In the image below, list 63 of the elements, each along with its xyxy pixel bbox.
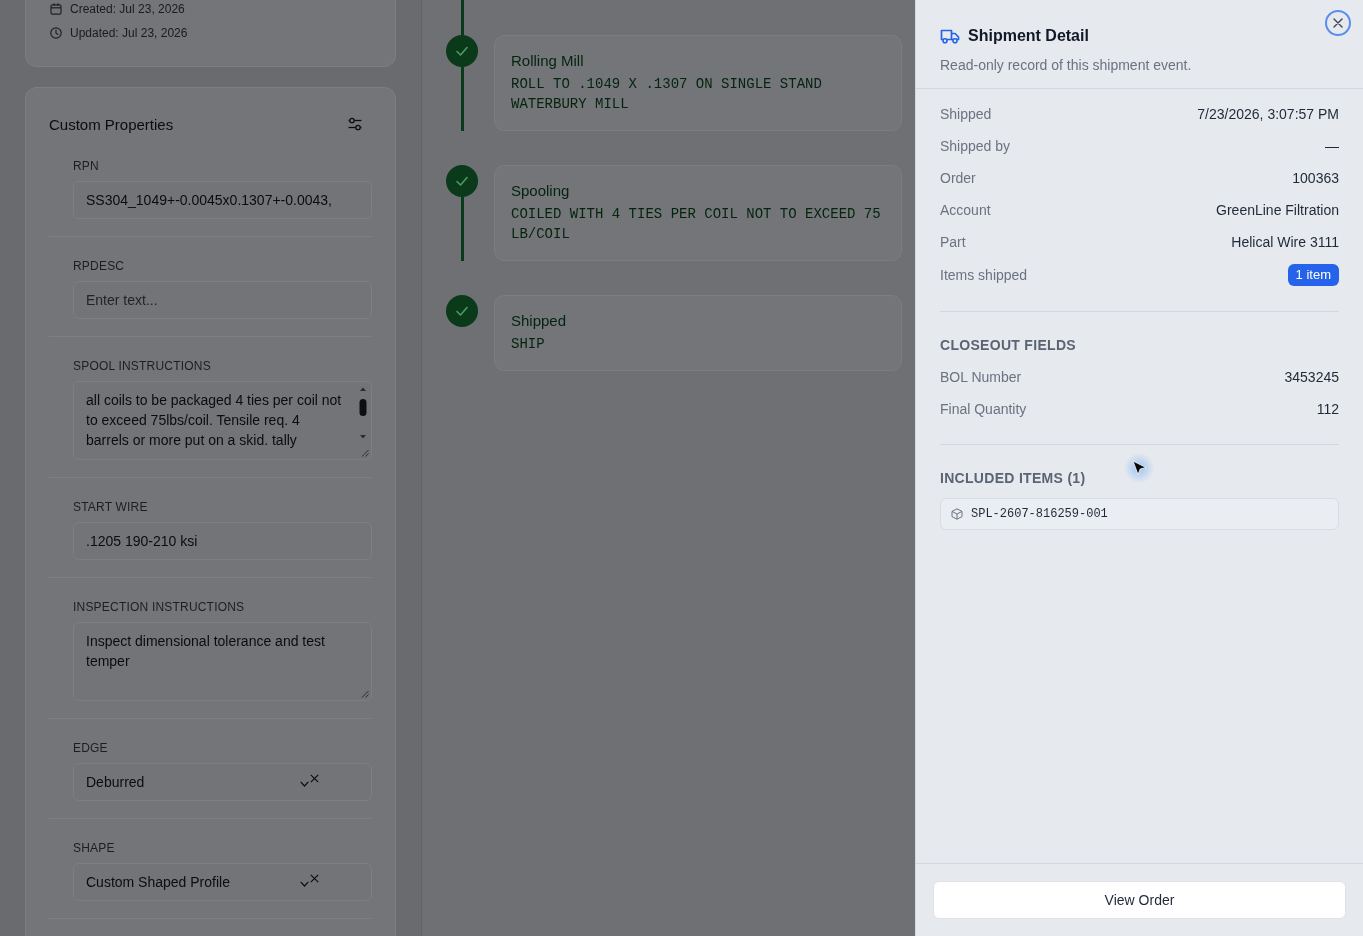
step-note: ROLL TO .1049 X .1307 ON SINGLE STAND WATERBURY MILL [511, 75, 823, 114]
detail-value: 3453245 [1284, 368, 1339, 387]
select-field[interactable]: Deburred [73, 763, 372, 801]
timeline-connector [460, 197, 464, 261]
detail-label: Shipped by [940, 137, 1011, 156]
detail-label: Order [940, 169, 976, 188]
select-field[interactable]: Custom Shaped Profile [73, 863, 372, 901]
detail-label: BOL Number [940, 368, 1022, 387]
field-label: SHAPE [73, 841, 115, 856]
clear-icon[interactable] [310, 874, 319, 883]
clear-icon[interactable] [310, 774, 319, 783]
field-label: INSPECTION INSTRUCTIONS [73, 600, 245, 615]
text-input[interactable]: .1205 190-210 ksi [73, 522, 372, 560]
step-title: Rolling Mill [511, 52, 585, 70]
drawer-subtitle: Read-only record of this shipment event. [940, 56, 1193, 75]
scrollbar[interactable] [358, 385, 368, 441]
view-order-button[interactable]: View Order [933, 881, 1346, 919]
detail-label: Items shipped [940, 266, 1028, 285]
created-date: Created: Jul 23, 2026 [70, 2, 185, 16]
field-label: SPOOL INSTRUCTIONS [73, 359, 211, 374]
step-note: COILED WITH 4 TIES PER COIL NOT TO EXCEED 75 LB/COIL [511, 205, 882, 244]
detail-label: Account [940, 201, 991, 220]
chevron-down-icon[interactable] [300, 781, 309, 787]
resize-handle-icon[interactable] [361, 449, 369, 457]
field-label: RPN [73, 159, 99, 174]
detail-label: Shipped [940, 105, 992, 124]
section-heading: CLOSEOUT FIELDS [940, 336, 1077, 355]
text-input[interactable]: SS304_1049+-0.0045x0.1307+-0.0043, [73, 181, 372, 219]
updated-date: Updated: Jul 23, 2026 [70, 26, 188, 40]
detail-value: Helical Wire 3111 [1231, 233, 1339, 252]
step-title: Shipped [511, 312, 568, 330]
detail-value: 112 [1316, 400, 1339, 419]
card-title: Custom Properties [49, 115, 174, 133]
detail-value: 7/23/2026, 3:07:57 PM [1197, 105, 1339, 124]
chevron-down-icon[interactable] [300, 881, 309, 887]
cube-icon [951, 508, 963, 520]
detail-label: Final Quantity [940, 400, 1027, 419]
step-note: SHIP [511, 335, 546, 354]
mouse-pointer-icon [1124, 453, 1154, 483]
drawer-title: Shipment Detail [968, 27, 1089, 45]
close-icon[interactable] [1333, 18, 1343, 28]
textarea-field[interactable]: all coils to be packaged 4 ties per coil not to exceed 75lbs/coil. Tensile req. 4 barrels or more put on a skid. tally [73, 381, 372, 460]
timeline-connector [460, 0, 464, 35]
detail-value: GreenLine Filtration [1216, 201, 1339, 220]
detail-label: Part [940, 233, 966, 252]
field-label: EDGE [73, 741, 108, 756]
sliders-icon[interactable] [348, 117, 362, 131]
section-heading: INCLUDED ITEMS (1) [940, 469, 1087, 488]
detail-value: — [1325, 137, 1339, 156]
calendar-icon [50, 3, 62, 15]
timeline-connector [460, 67, 464, 131]
textarea-field[interactable]: Inspect dimensional tolerance and test temper [73, 622, 372, 701]
field-label: RPDESC [73, 259, 125, 274]
truck-icon [940, 28, 960, 44]
item-code: SPL-2607-816259-001 [971, 507, 1108, 521]
text-input[interactable]: Enter text... [73, 281, 372, 319]
detail-value: 100363 [1292, 169, 1339, 188]
resize-handle-icon[interactable] [361, 690, 369, 698]
step-title: Spooling [511, 182, 571, 200]
clock-icon [50, 27, 62, 39]
count-badge: 1 item [1287, 264, 1339, 286]
field-label: START WIRE [73, 500, 148, 515]
close-button[interactable] [1325, 10, 1351, 36]
